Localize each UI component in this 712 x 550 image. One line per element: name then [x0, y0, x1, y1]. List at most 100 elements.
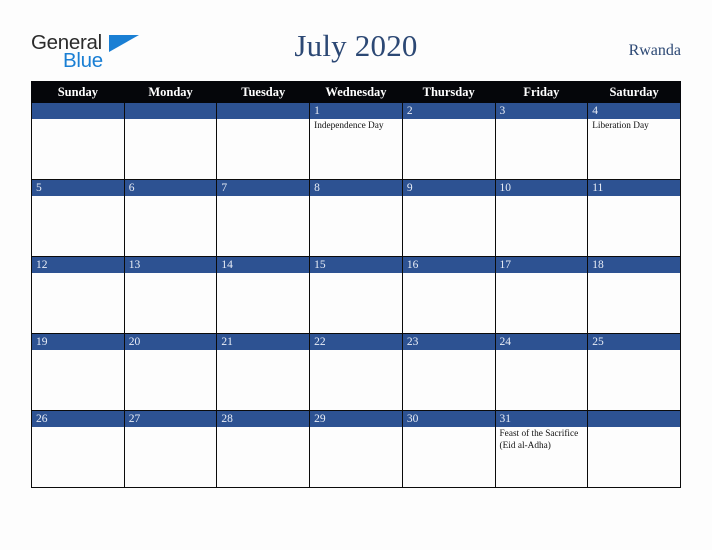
calendar-day-cell[interactable] — [216, 102, 311, 180]
calendar-day-cell[interactable]: 25 — [587, 333, 681, 411]
calendar-grid: Sunday Monday Tuesday Wednesday Thursday… — [31, 81, 681, 488]
calendar-day-cell[interactable]: 13 — [123, 256, 218, 334]
calendar-day-cell[interactable]: 7 — [216, 179, 311, 257]
holiday-event: Feast of the Sacrifice (Eid al-Adha) — [499, 429, 579, 451]
calendar-day-cell[interactable]: 8 — [309, 179, 403, 257]
day-cell-content: 2 — [402, 103, 495, 179]
calendar-day-cell[interactable]: 5 — [31, 179, 125, 257]
weekday-header-saturday: Saturday — [587, 81, 681, 103]
day-number: 2 — [402, 103, 495, 119]
day-number: 21 — [217, 334, 310, 350]
calendar-day-cell[interactable]: 9 — [401, 179, 496, 257]
day-cell-content: 31 Feast of the Sacrifice (Eid al-Adha) — [495, 411, 588, 487]
day-events — [125, 119, 217, 121]
calendar-day-cell[interactable]: 20 — [123, 333, 218, 411]
day-cell-content — [588, 411, 680, 487]
day-number: 14 — [217, 257, 310, 273]
day-number: 24 — [495, 334, 588, 350]
calendar-week-row: 1 Independence Day 2 3 4 Liberation Day — [31, 102, 681, 180]
calendar-day-cell[interactable] — [31, 102, 125, 180]
calendar-day-cell[interactable]: 29 — [309, 410, 403, 488]
calendar-day-cell[interactable]: 15 — [309, 256, 403, 334]
calendar-day-cell[interactable]: 11 — [587, 179, 681, 257]
day-cell-content: 29 — [310, 411, 402, 487]
calendar-day-cell[interactable]: 1 Independence Day — [309, 102, 403, 180]
calendar-day-cell[interactable]: 27 — [123, 410, 218, 488]
day-cell-content: 5 — [32, 180, 124, 256]
calendar-day-cell[interactable]: 28 — [216, 410, 311, 488]
day-events — [588, 196, 680, 198]
day-events — [32, 273, 124, 275]
calendar-day-cell[interactable]: 10 — [494, 179, 589, 257]
day-events: Independence Day — [310, 119, 402, 133]
calendar-day-cell[interactable]: 12 — [31, 256, 125, 334]
day-events: Feast of the Sacrifice (Eid al-Adha) — [496, 427, 588, 452]
day-events — [403, 350, 495, 352]
day-number: 29 — [310, 411, 402, 427]
day-cell-content: 24 — [495, 334, 588, 410]
day-number: 1 — [310, 103, 402, 119]
calendar-page: General Blue July 2020 Rwanda Sunday Mon… — [0, 0, 712, 550]
day-number: 16 — [402, 257, 495, 273]
day-cell-content — [124, 103, 217, 179]
calendar-day-cell[interactable]: 30 — [401, 410, 496, 488]
calendar-day-cell[interactable]: 23 — [401, 333, 496, 411]
day-events — [496, 196, 588, 198]
weekday-header-thursday: Thursday — [401, 81, 496, 103]
calendar-day-cell[interactable]: 31 Feast of the Sacrifice (Eid al-Adha) — [494, 410, 589, 488]
day-cell-content: 14 — [217, 257, 310, 333]
calendar-day-cell[interactable]: 21 — [216, 333, 311, 411]
day-cell-content: 23 — [402, 334, 495, 410]
calendar-day-cell[interactable]: 14 — [216, 256, 311, 334]
day-cell-content: 8 — [310, 180, 402, 256]
day-cell-content: 13 — [124, 257, 217, 333]
calendar-day-cell[interactable]: 16 — [401, 256, 496, 334]
day-events — [32, 427, 124, 429]
day-number: 30 — [402, 411, 495, 427]
calendar-day-cell[interactable]: 24 — [494, 333, 589, 411]
day-number: 7 — [217, 180, 310, 196]
calendar-body: 1 Independence Day 2 3 4 Liberation Day 5 6 7 8 9 1… — [31, 102, 681, 488]
day-events — [403, 273, 495, 275]
weekday-header-monday: Monday — [123, 81, 218, 103]
day-events — [125, 427, 217, 429]
day-cell-content: 3 — [495, 103, 588, 179]
calendar-day-cell[interactable] — [587, 410, 681, 488]
day-events — [496, 119, 588, 121]
day-events — [403, 119, 495, 121]
calendar-day-cell[interactable]: 6 — [123, 179, 218, 257]
day-cell-content: 28 — [217, 411, 310, 487]
calendar-day-cell[interactable] — [123, 102, 218, 180]
day-cell-content: 11 — [588, 180, 680, 256]
calendar-week-row: 26 27 28 29 30 31 Feast of the Sacrifice (Eid … — [31, 410, 681, 488]
day-number — [32, 103, 124, 119]
day-cell-content: 6 — [124, 180, 217, 256]
day-number: 11 — [588, 180, 680, 196]
day-cell-content: 26 — [32, 411, 124, 487]
day-events — [588, 427, 680, 429]
day-events — [32, 119, 124, 121]
day-number: 10 — [495, 180, 588, 196]
day-number — [124, 103, 217, 119]
day-number: 15 — [310, 257, 402, 273]
day-events — [588, 350, 680, 352]
day-cell-content: 21 — [217, 334, 310, 410]
day-cell-content: 15 — [310, 257, 402, 333]
day-number: 28 — [217, 411, 310, 427]
day-number: 27 — [124, 411, 217, 427]
day-events — [310, 350, 402, 352]
day-cell-content: 30 — [402, 411, 495, 487]
day-number: 9 — [402, 180, 495, 196]
calendar-week-row: 19 20 21 22 23 24 25 — [31, 333, 681, 411]
page-header: General Blue July 2020 Rwanda — [0, 0, 712, 80]
calendar-day-cell[interactable]: 4 Liberation Day — [587, 102, 681, 180]
calendar-day-cell[interactable]: 2 — [401, 102, 496, 180]
calendar-day-cell[interactable]: 26 — [31, 410, 125, 488]
day-cell-content: 16 — [402, 257, 495, 333]
calendar-day-cell[interactable]: 18 — [587, 256, 681, 334]
calendar-day-cell[interactable]: 22 — [309, 333, 403, 411]
calendar-day-cell[interactable]: 19 — [31, 333, 125, 411]
calendar-day-cell[interactable]: 3 — [494, 102, 589, 180]
calendar-day-cell[interactable]: 17 — [494, 256, 589, 334]
day-number: 3 — [495, 103, 588, 119]
